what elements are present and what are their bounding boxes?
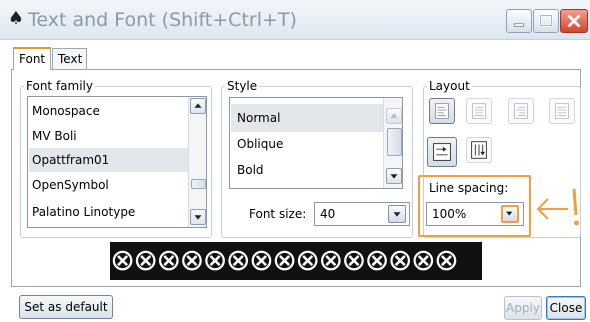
close-icon (567, 14, 581, 28)
align-right-icon (514, 103, 528, 119)
list-item-selected[interactable]: Opattfram01 (29, 148, 189, 172)
font-family-legend: Font family (24, 79, 95, 93)
chevron-down-icon (194, 215, 202, 220)
chevron-up-icon (194, 103, 202, 108)
align-right-button[interactable] (508, 98, 534, 124)
list-item[interactable]: Palatino Linotype (32, 200, 186, 224)
font-size-dropdown-button[interactable] (388, 205, 406, 223)
line-spacing-combo[interactable]: 100% (426, 202, 524, 226)
scroll-down-button[interactable] (386, 168, 402, 184)
font-size-combo[interactable]: 40 (314, 202, 410, 226)
list-item-selected[interactable]: Normal (231, 104, 387, 132)
close-window-button[interactable] (560, 9, 588, 33)
line-spacing-dropdown-button[interactable] (501, 205, 519, 223)
list-item[interactable]: Oblique (237, 132, 283, 156)
style-legend: Style (225, 79, 260, 93)
chevron-down-icon (506, 211, 513, 216)
scroll-up-button[interactable] (190, 98, 206, 114)
minimize-icon (514, 23, 524, 27)
list-item[interactable]: Bold (237, 158, 264, 182)
layout-legend: Layout (427, 79, 472, 93)
scroll-thumb[interactable] (387, 128, 402, 156)
vertical-text-icon (471, 141, 487, 159)
list-item[interactable]: OpenSymbol (32, 173, 186, 197)
close-button[interactable]: Close (546, 296, 586, 320)
list-item[interactable]: Monospace (32, 99, 186, 123)
style-scrollbar[interactable] (383, 98, 402, 188)
chevron-down-icon (390, 174, 398, 179)
tab-text-label: Text (58, 52, 83, 66)
maximize-icon (539, 14, 553, 27)
set-as-default-button[interactable]: Set as default (19, 295, 113, 319)
font-size-label: Font size: (249, 207, 307, 221)
chevron-down-icon (393, 212, 401, 217)
align-left-button[interactable] (429, 98, 455, 124)
tab-text[interactable]: Text (52, 48, 87, 70)
scroll-up-button[interactable] (386, 108, 402, 124)
apply-button[interactable]: Apply (504, 296, 542, 320)
font-size-value: 40 (320, 207, 336, 221)
title-bar: ♠ Text and Font (Shift+Ctrl+T) (0, 0, 590, 40)
line-spacing-label: Line spacing: (429, 181, 509, 195)
align-justify-icon (555, 103, 569, 119)
vertical-text-button[interactable] (466, 137, 492, 163)
align-justify-button[interactable] (549, 98, 575, 124)
window-title: Text and Font (Shift+Ctrl+T) (28, 9, 297, 31)
tab-font-label: Font (19, 52, 46, 66)
font-family-scrollbar[interactable] (188, 97, 206, 227)
align-left-icon (435, 103, 449, 119)
minimize-button[interactable] (506, 9, 532, 33)
scroll-thumb[interactable] (191, 179, 206, 189)
font-preview: ⊗⊗⊗⊗⊗⊗⊗⊗⊗⊗⊗⊗⊗⊗⊗ (110, 242, 482, 280)
horizontal-text-icon (433, 143, 451, 161)
font-preview-text: ⊗⊗⊗⊗⊗⊗⊗⊗⊗⊗⊗⊗⊗⊗⊗ (110, 243, 459, 278)
scroll-down-button[interactable] (190, 209, 206, 225)
annotation-arrow-icon (536, 188, 579, 226)
font-family-list[interactable]: Monospace MV Boli Opattfram01 OpenSymbol… (27, 96, 207, 228)
line-spacing-value: 100% (432, 207, 467, 221)
style-list[interactable]: Normal Oblique Bold (229, 97, 403, 189)
maximize-button[interactable] (533, 9, 559, 33)
chevron-up-icon (390, 113, 398, 118)
align-center-icon (472, 103, 486, 119)
list-item[interactable]: MV Boli (32, 124, 186, 148)
horizontal-text-button[interactable] (427, 137, 457, 167)
spade-icon: ♠ (7, 8, 25, 29)
tab-font[interactable]: Font (13, 47, 51, 70)
align-center-button[interactable] (466, 98, 492, 124)
